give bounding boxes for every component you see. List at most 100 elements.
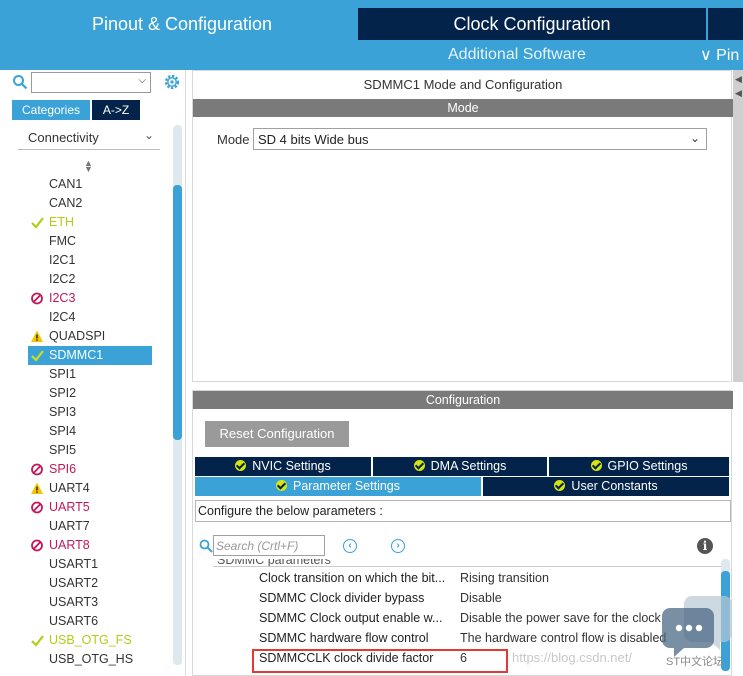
sidebar-item-label: QUADSPI <box>49 329 106 343</box>
sidebar-item-spi3[interactable]: SPI3 <box>28 403 152 422</box>
peripheral-search-input[interactable]: ⌵ <box>31 72 151 93</box>
sidebar-item-usart2[interactable]: USART2 <box>28 574 152 593</box>
parameter-search-input[interactable]: Search (Crtl+F) <box>213 535 325 556</box>
warning-icon <box>30 479 44 498</box>
sort-arrows-icon[interactable]: ▲ ▼ <box>84 159 93 174</box>
parameter-value[interactable]: Disable the power save for the clock <box>460 611 661 625</box>
search-placeholder: Search (Crtl+F) <box>216 539 299 553</box>
reset-configuration-button[interactable]: Reset Configuration <box>205 421 349 447</box>
sidebar-item-can1[interactable]: CAN1 <box>28 175 152 194</box>
check-circle-icon <box>235 460 247 471</box>
sidebar-item-can2[interactable]: CAN2 <box>28 194 152 213</box>
sidebar-item-spi6[interactable]: SPI6 <box>28 460 152 479</box>
gear-icon[interactable] <box>163 73 181 91</box>
sidebar-item-spi2[interactable]: SPI2 <box>28 384 152 403</box>
prohibited-icon <box>30 536 44 555</box>
check-circle-icon <box>413 460 425 471</box>
sidebar-item-eth[interactable]: ETH <box>28 213 152 232</box>
sidebar-item-label: SPI3 <box>49 405 77 419</box>
tab-clock-configuration[interactable]: Clock Configuration <box>358 8 706 40</box>
blank-icon <box>30 251 44 270</box>
check-icon <box>30 213 44 232</box>
previous-match-button[interactable]: ‹ <box>343 539 357 553</box>
sidebar-item-label: USB_OTG_FS <box>49 633 132 647</box>
sidebar-item-uart7[interactable]: UART7 <box>28 517 152 536</box>
sidebar-item-i2c4[interactable]: I2C4 <box>28 308 152 327</box>
blank-icon <box>30 175 44 194</box>
sidebar-scrollbar-thumb[interactable] <box>173 185 182 440</box>
blank-icon <box>30 194 44 213</box>
sidebar-item-spi1[interactable]: SPI1 <box>28 365 152 384</box>
blank-icon <box>30 593 44 612</box>
sidebar-item-usb-otg-hs[interactable]: USB_OTG_HS <box>28 650 152 669</box>
chevron-down-icon[interactable]: ⌵ <box>138 75 146 86</box>
tab-label: GPIO Settings <box>607 459 688 473</box>
sidebar-item-label: UART5 <box>49 500 90 514</box>
sidebar-item-label: SPI4 <box>49 424 77 438</box>
category-connectivity[interactable]: Connectivity ⌄ <box>18 126 160 150</box>
blank-icon <box>30 650 44 669</box>
sidebar-item-usart6[interactable]: USART6 <box>28 612 152 631</box>
sidebar-item-label: SPI6 <box>49 462 77 476</box>
sidebar-item-uart5[interactable]: UART5 <box>28 498 152 517</box>
sidebar-item-i2c2[interactable]: I2C2 <box>28 270 152 289</box>
tab-a-to-z[interactable]: A->Z <box>92 100 140 120</box>
sidebar-item-label: USART1 <box>49 557 99 571</box>
sidebar-item-uart8[interactable]: UART8 <box>28 536 152 555</box>
tab-parameter-settings[interactable]: Parameter Settings <box>195 477 481 496</box>
sidebar-item-usart3[interactable]: USART3 <box>28 593 152 612</box>
tab-pinout-configuration[interactable]: Pinout & Configuration <box>8 8 356 40</box>
sidebar-item-quadspi[interactable]: QUADSPI <box>28 327 152 346</box>
info-icon[interactable]: i <box>697 538 713 554</box>
check-icon <box>30 346 44 365</box>
sidebar-item-i2c3[interactable]: I2C3 <box>28 289 152 308</box>
parameter-name: SDMMC Clock output enable w... <box>259 611 443 625</box>
sidebar-item-spi5[interactable]: SPI5 <box>28 441 152 460</box>
parameter-row[interactable]: SDMMC Clock output enable w... Disable t… <box>193 608 721 628</box>
parameter-value[interactable]: The hardware control flow is disabled <box>460 631 666 645</box>
mode-panel: SDMMC1 Mode and Configuration Mode Mode … <box>192 70 733 382</box>
additional-software-menu[interactable]: Additional Software <box>448 46 586 64</box>
parameter-row[interactable]: SDMMC hardware flow control The hardware… <box>193 628 721 648</box>
configure-hint: Configure the below parameters : <box>195 500 731 522</box>
sidebar-item-usart1[interactable]: USART1 <box>28 555 152 574</box>
mode-select[interactable]: SD 4 bits Wide bus ⌄ <box>253 128 707 150</box>
sidebar-item-i2c1[interactable]: I2C1 <box>28 251 152 270</box>
parameter-row[interactable]: SDMMC Clock divider bypass Disable <box>193 588 721 608</box>
sidebar-item-label: USB_OTG_HS <box>49 652 134 666</box>
tab-gpio-settings[interactable]: GPIO Settings <box>549 457 729 476</box>
sidebar-item-label: CAN1 <box>49 177 83 191</box>
sidebar-item-spi4[interactable]: SPI4 <box>28 422 152 441</box>
sidebar-item-usb-otg-fs[interactable]: USB_OTG_FS <box>28 631 152 650</box>
parameter-value[interactable]: Rising transition <box>460 571 549 585</box>
parameter-row[interactable]: Clock transition on which the bit... Ris… <box>193 568 721 588</box>
tab-nvic-settings[interactable]: NVIC Settings <box>195 457 371 476</box>
tab-dma-settings[interactable]: DMA Settings <box>373 457 547 476</box>
sidebar-item-fmc[interactable]: FMC <box>28 232 152 251</box>
sidebar-item-uart4[interactable]: UART4 <box>28 479 152 498</box>
sidebar-item-label: FMC <box>49 234 77 248</box>
divider <box>213 566 721 567</box>
highlight-box <box>252 649 508 673</box>
sub-bar: Additional Software ∨ Pin <box>0 40 743 70</box>
sidebar-item-sdmmc1[interactable]: SDMMC1 <box>28 346 152 365</box>
left-panel: ⌵ Categories A->Z Connectivity ⌄ ▲ ▼ CAN1… <box>8 70 186 676</box>
chevron-down-icon: ⌄ <box>689 131 700 145</box>
tab-label: User Constants <box>571 479 658 493</box>
chevron-down-icon: ⌄ <box>143 128 154 142</box>
next-match-button[interactable]: › <box>391 539 405 553</box>
tab-categories[interactable]: Categories <box>12 100 90 120</box>
parameter-value[interactable]: Disable <box>460 591 502 605</box>
tab-project-manager[interactable] <box>708 8 743 40</box>
sidebar-item-label: SPI2 <box>49 386 77 400</box>
watermark-url: https://blog.csdn.net/ <box>512 650 632 665</box>
sidebar-item-label: UART7 <box>49 519 90 533</box>
tab-user-constants[interactable]: User Constants <box>483 477 729 496</box>
tab-label: NVIC Settings <box>252 459 331 473</box>
parameter-name: SDMMC Clock divider bypass <box>259 591 425 605</box>
search-icon[interactable] <box>199 539 213 553</box>
sidebar-item-label: I2C4 <box>49 310 76 324</box>
pinout-menu[interactable]: ∨ Pin <box>700 45 739 65</box>
search-icon[interactable] <box>12 74 28 90</box>
side-scroll-arrows-icon[interactable]: ◀ ◀ <box>735 72 742 100</box>
